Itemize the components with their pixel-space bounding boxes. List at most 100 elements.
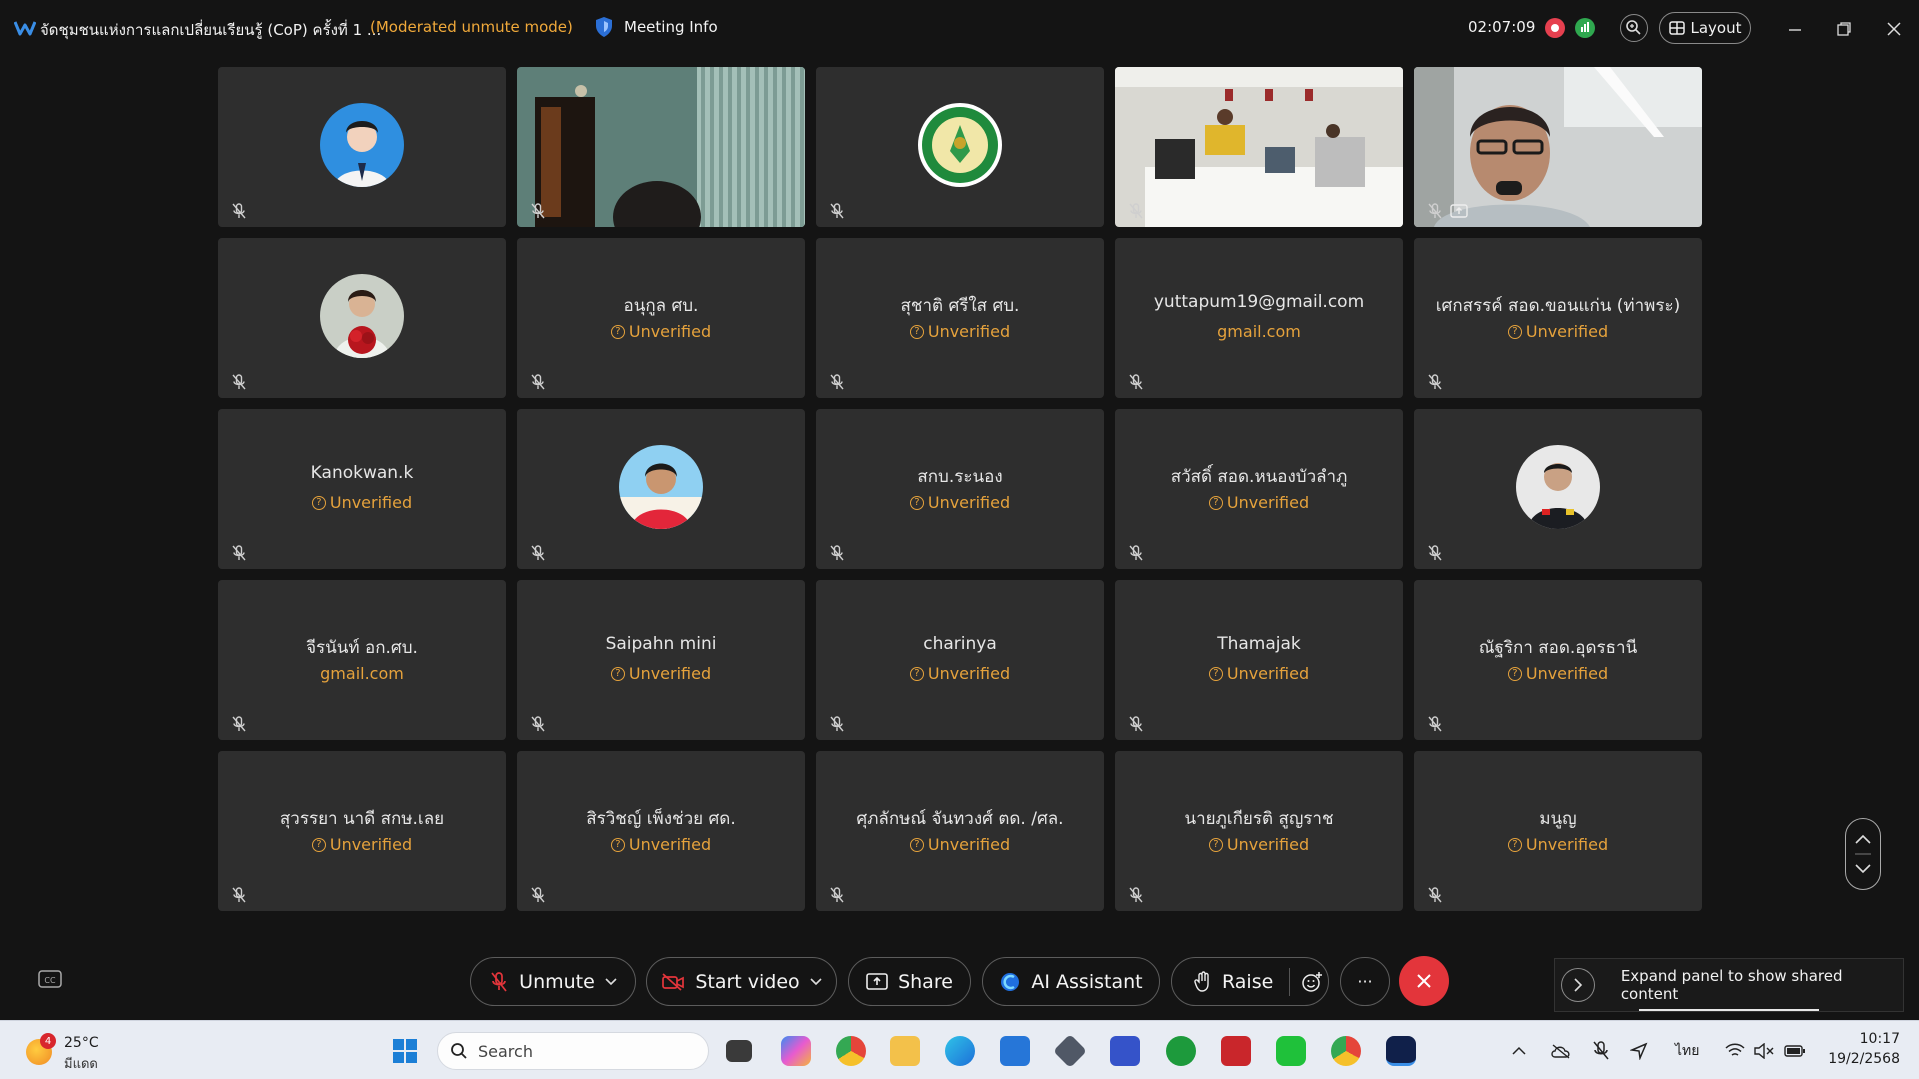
sharing-icon [1450,204,1468,218]
share-button[interactable]: Share [848,957,971,1006]
unmute-button[interactable]: Unmute [470,957,636,1006]
windows-start-icon[interactable] [390,1036,420,1066]
task-view-icon[interactable] [726,1040,752,1062]
participant-tile[interactable]: Saipahn mini? Unverified [517,580,805,740]
language-indicator[interactable]: ไทย [1675,1039,1699,1063]
zoom-icon[interactable] [1620,14,1648,42]
edge-icon[interactable] [945,1036,975,1066]
system-clock[interactable]: 10:17 19/2/2568 [1820,1029,1900,1069]
participant-name: สิรวิชญ์ เพ็งช่วย ศด. [586,809,736,829]
start-video-button[interactable]: Start video [646,957,837,1006]
weather-widget[interactable]: 4 25°C มีแดด [26,1031,136,1072]
minimize-icon[interactable] [1780,14,1810,44]
layout-button[interactable]: Layout [1659,12,1751,44]
mic-muted-icon [230,715,248,733]
participant-tile[interactable] [816,67,1104,227]
participant-tile[interactable]: สุวรรยา นาดี สกษ.เลย? Unverified [218,751,506,911]
verification-status: ? Unverified [1115,835,1403,854]
network-signal-icon[interactable] [1575,18,1595,38]
recording-icon[interactable] [1545,18,1565,38]
status-text: Unverified [1226,493,1310,512]
grid-page-scroller[interactable] [1845,818,1881,890]
participant-tile[interactable]: สิรวิชญ์ เพ็งช่วย ศด.? Unverified [517,751,805,911]
end-meeting-button[interactable] [1399,956,1449,1006]
status-text: Unverified [329,493,413,512]
ai-assistant-button[interactable]: AI Assistant [982,957,1160,1006]
webex-taskbar-icon[interactable] [1386,1036,1416,1066]
question-icon: ? [1208,495,1223,510]
status-text: Unverified [329,835,413,854]
store-icon[interactable] [1000,1036,1030,1066]
app-chart-icon[interactable] [1110,1036,1140,1066]
weather-condition: มีแดด [64,1057,98,1072]
participant-name: อนุกูล ศบ. [623,296,699,316]
verification-status: ? Unverified [816,493,1104,512]
participant-tile[interactable]: เศกสรรค์ สอด.ขอนแก่น (ท่าพระ)? Unverified [1414,238,1702,398]
participant-tile[interactable]: ณัฐริกา สอด.อุดรธานี? Unverified [1414,580,1702,740]
participant-tile[interactable]: นายภูเกียรติ สูญราช? Unverified [1115,751,1403,911]
participant-name: จีรนันท์ อก.ศบ. [306,638,418,658]
mic-muted-icon [529,715,547,733]
participant-tile[interactable]: สุชาติ ศรีใส ศบ.? Unverified [816,238,1104,398]
battery-icon[interactable] [1784,1039,1806,1063]
verification-status: ? Unverified [218,835,506,854]
participant-tile[interactable]: charinya? Unverified [816,580,1104,740]
reactions-icon[interactable] [1300,970,1324,994]
app-cube-icon[interactable] [1053,1034,1087,1068]
meeting-info-button[interactable]: Meeting Info [594,16,718,38]
participant-tile[interactable]: จีรนันท์ อก.ศบ. gmail.com [218,580,506,740]
taskbar-search[interactable]: Search [437,1032,709,1070]
participant-domain: gmail.com [218,664,506,683]
share-label: Share [898,970,953,993]
participant-tile[interactable] [1414,67,1702,227]
mic-muted-tray-icon[interactable] [1593,1039,1609,1063]
question-icon: ? [610,837,625,852]
status-text: Unverified [1525,664,1609,683]
participant-tile[interactable]: Kanokwan.k ? Unverified [218,409,506,569]
participant-name: Kanokwan.k [310,463,414,483]
volume-muted-icon[interactable] [1754,1039,1774,1063]
participant-tile[interactable]: Thamajak? Unverified [1115,580,1403,740]
chrome-icon[interactable] [836,1036,866,1066]
onedrive-icon[interactable] [1550,1039,1572,1063]
participant-tile[interactable] [517,409,805,569]
xbox-icon[interactable] [1166,1036,1196,1066]
participant-tile[interactable]: ศุภลักษณ์ จันทวงศ์ ตด. /ศล.? Unverified [816,751,1104,911]
expand-panel-button[interactable]: Expand panel to show shared content [1554,958,1904,1012]
filezilla-icon[interactable] [1221,1036,1251,1066]
avatar [619,445,703,529]
participant-tile[interactable]: yuttapum19@gmail.com gmail.com [1115,238,1403,398]
mic-muted-icon [828,373,846,391]
line-app-icon[interactable] [1276,1036,1306,1066]
participant-tile[interactable] [517,67,805,227]
close-window-icon[interactable] [1879,14,1909,44]
status-text: Unverified [927,835,1011,854]
chrome-profile-icon[interactable] [1331,1036,1361,1066]
mic-muted-icon [1127,202,1145,220]
participant-name: มนูญ [1539,809,1577,829]
mic-muted-icon [1426,373,1444,391]
participant-tile[interactable] [218,238,506,398]
tray-chevron-up-icon[interactable] [1512,1039,1526,1063]
verification-status: ? Unverified [517,322,805,341]
avatar [320,274,404,358]
participant-tile[interactable]: อนุกูล ศบ. ? Unverified [517,238,805,398]
participant-tile[interactable] [1115,67,1403,227]
participant-tile[interactable]: มนูญ? Unverified [1414,751,1702,911]
verification-status: ? Unverified [218,493,506,512]
participant-tile[interactable]: สกบ.ระนอง? Unverified [816,409,1104,569]
chevron-down-icon [605,977,617,985]
participant-tile[interactable] [218,67,506,227]
mic-muted-icon [828,202,846,220]
wifi-icon[interactable] [1725,1039,1745,1063]
participant-tile[interactable] [1414,409,1702,569]
raise-button[interactable]: Raise [1171,957,1329,1006]
restore-icon[interactable] [1829,14,1859,44]
more-options-button[interactable]: ··· [1340,957,1390,1006]
participant-tile[interactable]: สวัสดิ์ สอด.หนองบัวลำภู? Unverified [1115,409,1403,569]
mic-muted-icon [1127,544,1145,562]
participant-name: สวัสดิ์ สอด.หนองบัวลำภู [1170,467,1348,487]
location-icon[interactable] [1630,1039,1648,1063]
copilot-icon[interactable] [781,1036,811,1066]
file-explorer-icon[interactable] [890,1036,920,1066]
